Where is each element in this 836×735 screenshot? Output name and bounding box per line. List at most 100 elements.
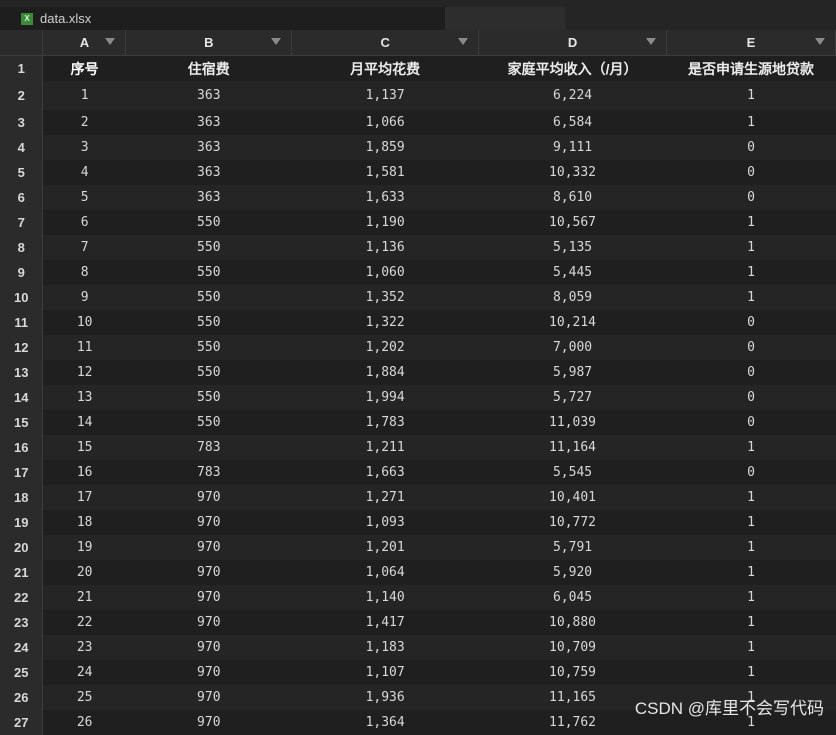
header-cell-b[interactable]: 住宿费: [125, 55, 292, 81]
data-cell[interactable]: 363: [125, 81, 292, 110]
data-cell[interactable]: 23: [42, 635, 126, 660]
data-cell[interactable]: 1: [666, 660, 836, 685]
select-all-corner[interactable]: [0, 30, 44, 56]
data-cell[interactable]: 1,859: [291, 135, 479, 160]
data-cell[interactable]: 550: [125, 285, 292, 310]
data-cell[interactable]: 9: [42, 285, 126, 310]
data-cell[interactable]: 1,183: [291, 635, 479, 660]
column-header-e[interactable]: E: [666, 30, 836, 56]
data-cell[interactable]: 363: [125, 135, 292, 160]
data-cell[interactable]: 1: [666, 260, 836, 285]
data-cell[interactable]: 6: [42, 210, 126, 235]
data-cell[interactable]: 14: [42, 410, 126, 435]
data-cell[interactable]: 10,772: [478, 510, 667, 535]
data-cell[interactable]: 550: [125, 310, 292, 335]
row-number[interactable]: 10: [0, 285, 44, 310]
data-cell[interactable]: 8,059: [478, 285, 667, 310]
data-cell[interactable]: 1,884: [291, 360, 479, 385]
data-cell[interactable]: 1,140: [291, 585, 479, 610]
data-cell[interactable]: 970: [125, 610, 292, 635]
row-number[interactable]: 17: [0, 460, 44, 485]
row-number[interactable]: 8: [0, 235, 44, 260]
filter-dropdown-icon[interactable]: [815, 38, 825, 45]
data-cell[interactable]: 0: [666, 360, 836, 385]
data-cell[interactable]: 1: [666, 560, 836, 585]
data-cell[interactable]: 1: [666, 510, 836, 535]
data-cell[interactable]: 1,663: [291, 460, 479, 485]
data-cell[interactable]: 550: [125, 360, 292, 385]
row-number[interactable]: 21: [0, 560, 44, 585]
row-number[interactable]: 26: [0, 685, 44, 710]
data-cell[interactable]: 1,271: [291, 485, 479, 510]
data-cell[interactable]: 1,064: [291, 560, 479, 585]
header-cell-e[interactable]: 是否申请生源地贷款: [666, 55, 836, 81]
row-number[interactable]: 2: [0, 81, 44, 110]
data-cell[interactable]: 13: [42, 385, 126, 410]
data-cell[interactable]: 970: [125, 485, 292, 510]
data-cell[interactable]: 1: [666, 610, 836, 635]
row-number[interactable]: 15: [0, 410, 44, 435]
data-cell[interactable]: 5,920: [478, 560, 667, 585]
row-number[interactable]: 1: [0, 55, 44, 81]
data-cell[interactable]: 970: [125, 635, 292, 660]
data-cell[interactable]: 550: [125, 410, 292, 435]
header-cell-c[interactable]: 月平均花费: [291, 55, 479, 81]
data-cell[interactable]: 1: [666, 110, 836, 135]
data-cell[interactable]: 970: [125, 585, 292, 610]
data-cell[interactable]: 0: [666, 460, 836, 485]
filter-dropdown-icon[interactable]: [105, 38, 116, 45]
data-cell[interactable]: 0: [666, 410, 836, 435]
column-header-b[interactable]: B: [125, 30, 293, 56]
row-number[interactable]: 18: [0, 485, 44, 510]
data-cell[interactable]: 970: [125, 660, 292, 685]
row-number[interactable]: 24: [0, 635, 44, 660]
data-cell[interactable]: 0: [666, 385, 836, 410]
data-cell[interactable]: 550: [125, 335, 292, 360]
data-cell[interactable]: 22: [42, 610, 126, 635]
data-cell[interactable]: 783: [125, 435, 292, 460]
data-cell[interactable]: 5,445: [478, 260, 667, 285]
data-cell[interactable]: 24: [42, 660, 126, 685]
data-cell[interactable]: 9,111: [478, 135, 667, 160]
data-cell[interactable]: 1,364: [291, 710, 479, 735]
data-cell[interactable]: 4: [42, 160, 126, 185]
header-cell-a[interactable]: 序号: [42, 55, 126, 81]
data-cell[interactable]: 1,417: [291, 610, 479, 635]
row-number[interactable]: 11: [0, 310, 44, 335]
data-cell[interactable]: 5,727: [478, 385, 667, 410]
data-cell[interactable]: 363: [125, 160, 292, 185]
row-number[interactable]: 23: [0, 610, 44, 635]
data-cell[interactable]: 1,107: [291, 660, 479, 685]
data-cell[interactable]: 10,759: [478, 660, 667, 685]
data-cell[interactable]: 1,190: [291, 210, 479, 235]
data-cell[interactable]: 10: [42, 310, 126, 335]
data-cell[interactable]: 1,060: [291, 260, 479, 285]
data-cell[interactable]: 5,545: [478, 460, 667, 485]
data-cell[interactable]: 1: [666, 235, 836, 260]
data-cell[interactable]: 1,137: [291, 81, 479, 110]
data-cell[interactable]: 17: [42, 485, 126, 510]
row-number[interactable]: 19: [0, 510, 44, 535]
data-cell[interactable]: 1,936: [291, 685, 479, 710]
data-cell[interactable]: 1: [666, 210, 836, 235]
data-cell[interactable]: 11,039: [478, 410, 667, 435]
data-cell[interactable]: 783: [125, 460, 292, 485]
data-cell[interactable]: 7: [42, 235, 126, 260]
row-number[interactable]: 22: [0, 585, 44, 610]
data-cell[interactable]: 5: [42, 185, 126, 210]
data-cell[interactable]: 550: [125, 210, 292, 235]
data-cell[interactable]: 363: [125, 185, 292, 210]
column-header-a[interactable]: A: [42, 30, 127, 56]
data-cell[interactable]: 10,401: [478, 485, 667, 510]
data-cell[interactable]: 550: [125, 385, 292, 410]
data-cell[interactable]: 20: [42, 560, 126, 585]
data-cell[interactable]: 0: [666, 335, 836, 360]
data-cell[interactable]: 26: [42, 710, 126, 735]
data-cell[interactable]: 1,994: [291, 385, 479, 410]
data-cell[interactable]: 1: [666, 635, 836, 660]
tab-data-xlsx[interactable]: X data.xlsx: [0, 7, 445, 30]
row-number[interactable]: 4: [0, 135, 44, 160]
column-header-d[interactable]: D: [478, 30, 667, 56]
data-cell[interactable]: 7,000: [478, 335, 667, 360]
data-cell[interactable]: 1,201: [291, 535, 479, 560]
